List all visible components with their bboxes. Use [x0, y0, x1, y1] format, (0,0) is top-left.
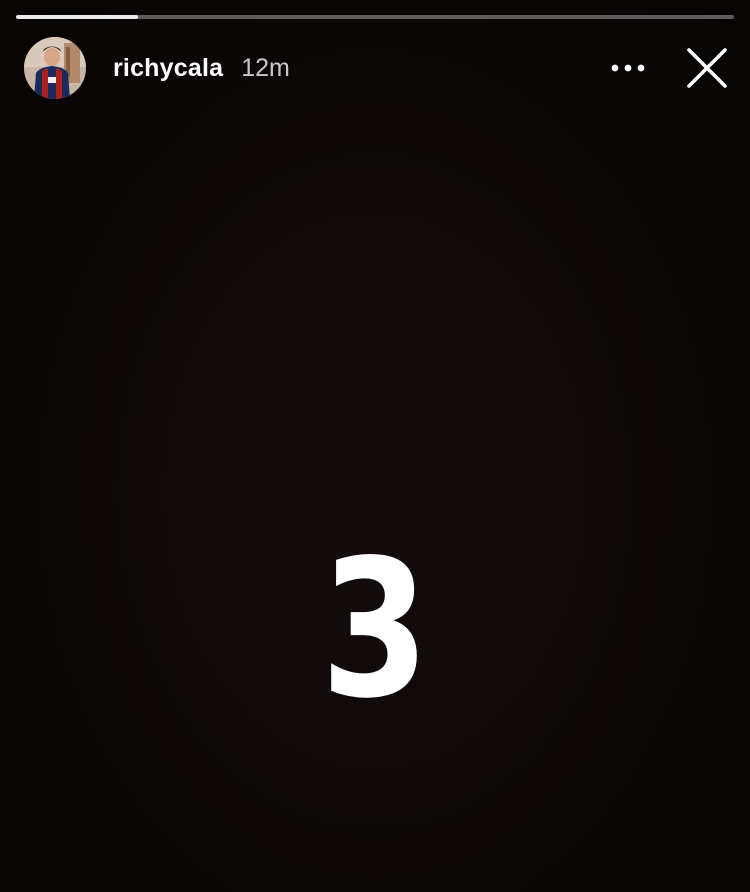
story-viewer[interactable]: richycala 12m 3 — [0, 0, 750, 892]
story-content-text: 3 — [320, 519, 430, 740]
story-header: richycala 12m — [24, 36, 732, 100]
story-progress-fill — [16, 15, 139, 19]
avatar-photo — [24, 37, 86, 99]
more-horizontal-icon — [611, 64, 645, 72]
story-username[interactable]: richycala — [113, 54, 223, 83]
more-options-button[interactable] — [606, 46, 650, 90]
close-icon — [687, 48, 727, 88]
story-progress-bar — [16, 15, 734, 19]
story-timestamp: 12m — [241, 53, 290, 82]
close-button[interactable] — [682, 43, 732, 93]
avatar[interactable] — [24, 37, 86, 99]
